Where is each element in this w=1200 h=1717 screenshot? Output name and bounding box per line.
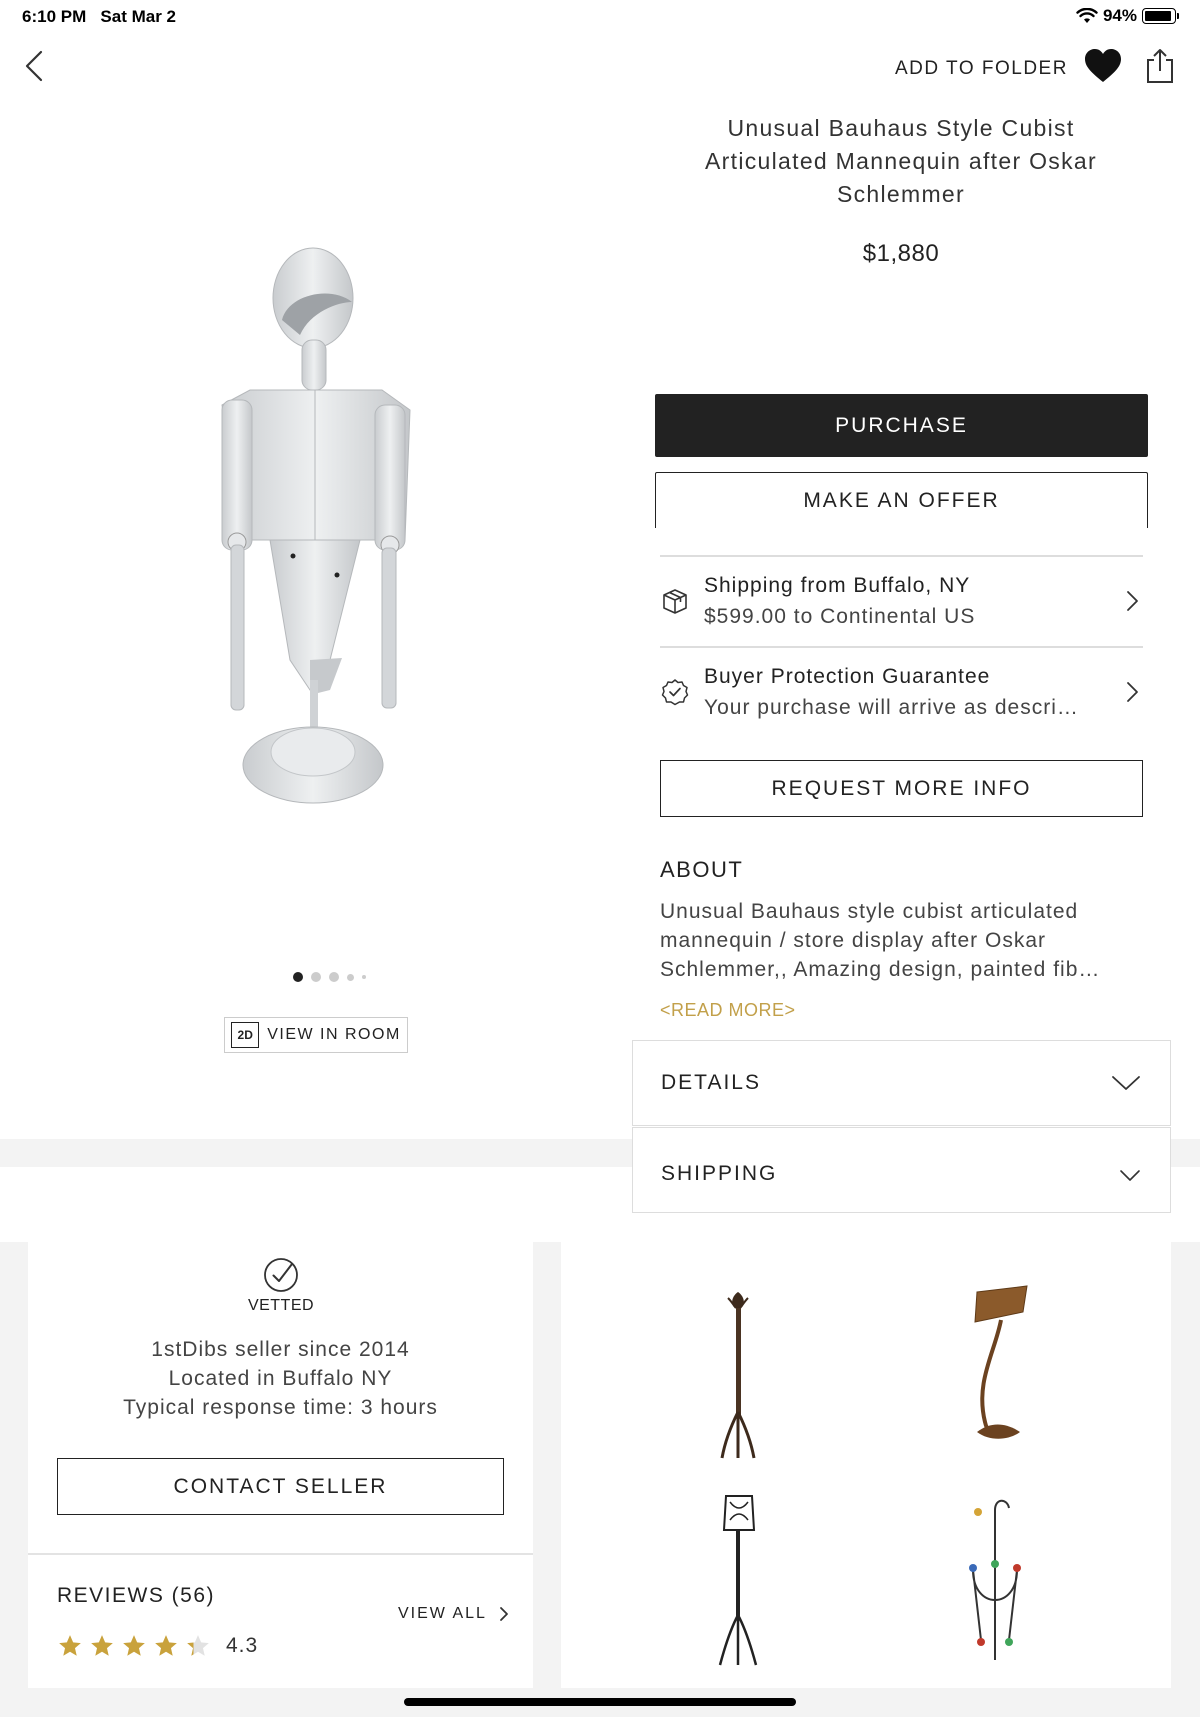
seller-info-line: 1stDibs seller since 2014 bbox=[151, 1338, 410, 1361]
related-item-thumbnail[interactable] bbox=[935, 1490, 1055, 1670]
chevron-down-icon bbox=[1112, 1076, 1140, 1090]
back-chevron-icon[interactable] bbox=[20, 46, 50, 86]
about-line: mannequin / store display after Oskar bbox=[660, 929, 1047, 952]
related-item-thumbnail[interactable] bbox=[678, 1282, 798, 1462]
shipping-accordion[interactable]: SHIPPING bbox=[632, 1127, 1171, 1213]
related-item-thumbnail[interactable] bbox=[678, 1490, 798, 1670]
battery-percent: 94% bbox=[1102, 6, 1137, 25]
about-line: Unusual Bauhaus style cubist articulated bbox=[660, 900, 1079, 923]
wifi-icon bbox=[1076, 8, 1098, 23]
related-items-card bbox=[561, 1242, 1171, 1688]
section-gap-overlay bbox=[0, 1139, 632, 1167]
battery-level bbox=[1145, 11, 1172, 21]
gallery-dot[interactable] bbox=[362, 975, 366, 979]
star-icon bbox=[91, 1635, 113, 1656]
chevron-right-icon bbox=[1127, 682, 1138, 702]
about-description: Unusual Bauhaus style cubist articulated… bbox=[660, 897, 1130, 984]
details-label: DETAILS bbox=[661, 1071, 761, 1094]
product-price: $1,880 bbox=[862, 240, 940, 267]
2d-badge-icon: 2D bbox=[231, 1022, 260, 1048]
status-time: 6:10 PM Sat Mar 2 bbox=[22, 7, 176, 27]
buyer-protection-row[interactable]: Buyer Protection Guarantee Your purchase… bbox=[660, 647, 1143, 737]
contact-seller-button[interactable]: CONTACT SELLER bbox=[57, 1458, 504, 1515]
seller-info: 1stDibs seller since 2014 Located in Buf… bbox=[28, 1335, 533, 1422]
shipping-origin: Shipping from Buffalo, NY bbox=[704, 574, 971, 597]
about-line: Schlemmer,, Amazing design, painted fib… bbox=[660, 958, 1101, 981]
view-in-room-label: VIEW IN ROOM bbox=[267, 1026, 401, 1043]
make-offer-button[interactable]: MAKE AN OFFER bbox=[655, 472, 1148, 528]
purchase-button[interactable]: PURCHASE bbox=[655, 394, 1148, 457]
heart-icon[interactable] bbox=[1082, 46, 1124, 86]
battery-icon bbox=[1142, 8, 1179, 24]
buyer-protection-desc: Your purchase will arrive as descri… bbox=[704, 696, 1079, 719]
view-all-label: VIEW ALL bbox=[398, 1605, 487, 1622]
home-indicator[interactable] bbox=[404, 1698, 796, 1706]
star-rating bbox=[57, 1633, 211, 1659]
about-heading: ABOUT bbox=[660, 857, 744, 882]
read-more-link[interactable]: <READ MORE> bbox=[660, 1000, 796, 1021]
status-date: Sat Mar 2 bbox=[100, 7, 177, 26]
product-title: Unusual Bauhaus Style Cubist Articulated… bbox=[660, 112, 1142, 211]
request-more-info-button[interactable]: REQUEST MORE INFO bbox=[660, 760, 1143, 817]
view-in-room-button[interactable]: 2D VIEW IN ROOM bbox=[224, 1017, 408, 1053]
status-indicators: 94% bbox=[1076, 6, 1179, 26]
shield-check-icon bbox=[661, 679, 689, 706]
package-icon bbox=[663, 589, 687, 614]
details-accordion[interactable]: DETAILS bbox=[632, 1040, 1171, 1126]
buyer-protection-title: Buyer Protection Guarantee bbox=[704, 665, 991, 688]
chevron-down-icon bbox=[1120, 1170, 1140, 1181]
gallery-dot[interactable] bbox=[293, 972, 303, 982]
share-icon[interactable] bbox=[1144, 46, 1176, 86]
vetted-label: VETTED bbox=[247, 1297, 315, 1314]
status-clock: 6:10 PM bbox=[22, 7, 87, 26]
gallery-dot[interactable] bbox=[347, 973, 354, 981]
reviews-heading: REVIEWS (56) bbox=[57, 1584, 216, 1607]
gallery-dot[interactable] bbox=[329, 972, 339, 982]
shipping-info-row[interactable]: Shipping from Buffalo, NY $599.00 to Con… bbox=[660, 556, 1143, 646]
shipping-cost: $599.00 to Continental US bbox=[704, 605, 976, 628]
product-title-line: Schlemmer bbox=[836, 181, 965, 207]
seller-info-line: Typical response time: 3 hours bbox=[123, 1396, 438, 1419]
star-icon bbox=[123, 1635, 145, 1656]
divider bbox=[28, 1553, 533, 1555]
view-all-reviews-link[interactable]: VIEW ALL bbox=[398, 1605, 509, 1623]
related-item-thumbnail[interactable] bbox=[935, 1282, 1055, 1462]
rating-value: 4.3 bbox=[226, 1634, 259, 1657]
add-to-folder-button[interactable]: ADD TO FOLDER bbox=[895, 58, 1068, 80]
product-title-line: Articulated Mannequin after Oskar bbox=[705, 148, 1097, 174]
star-icon bbox=[155, 1635, 177, 1656]
gallery-dot[interactable] bbox=[311, 972, 321, 982]
star-icon bbox=[59, 1635, 81, 1656]
chevron-right-icon bbox=[500, 1607, 508, 1621]
seller-info-line: Located in Buffalo NY bbox=[168, 1367, 393, 1390]
product-title-line: Unusual Bauhaus Style Cubist bbox=[727, 115, 1075, 141]
product-image[interactable] bbox=[210, 240, 420, 820]
star-icon bbox=[187, 1635, 209, 1656]
check-circle-icon bbox=[264, 1258, 298, 1292]
chevron-right-icon bbox=[1127, 591, 1138, 611]
gallery-pagination bbox=[293, 972, 366, 982]
shipping-label: SHIPPING bbox=[661, 1162, 778, 1185]
